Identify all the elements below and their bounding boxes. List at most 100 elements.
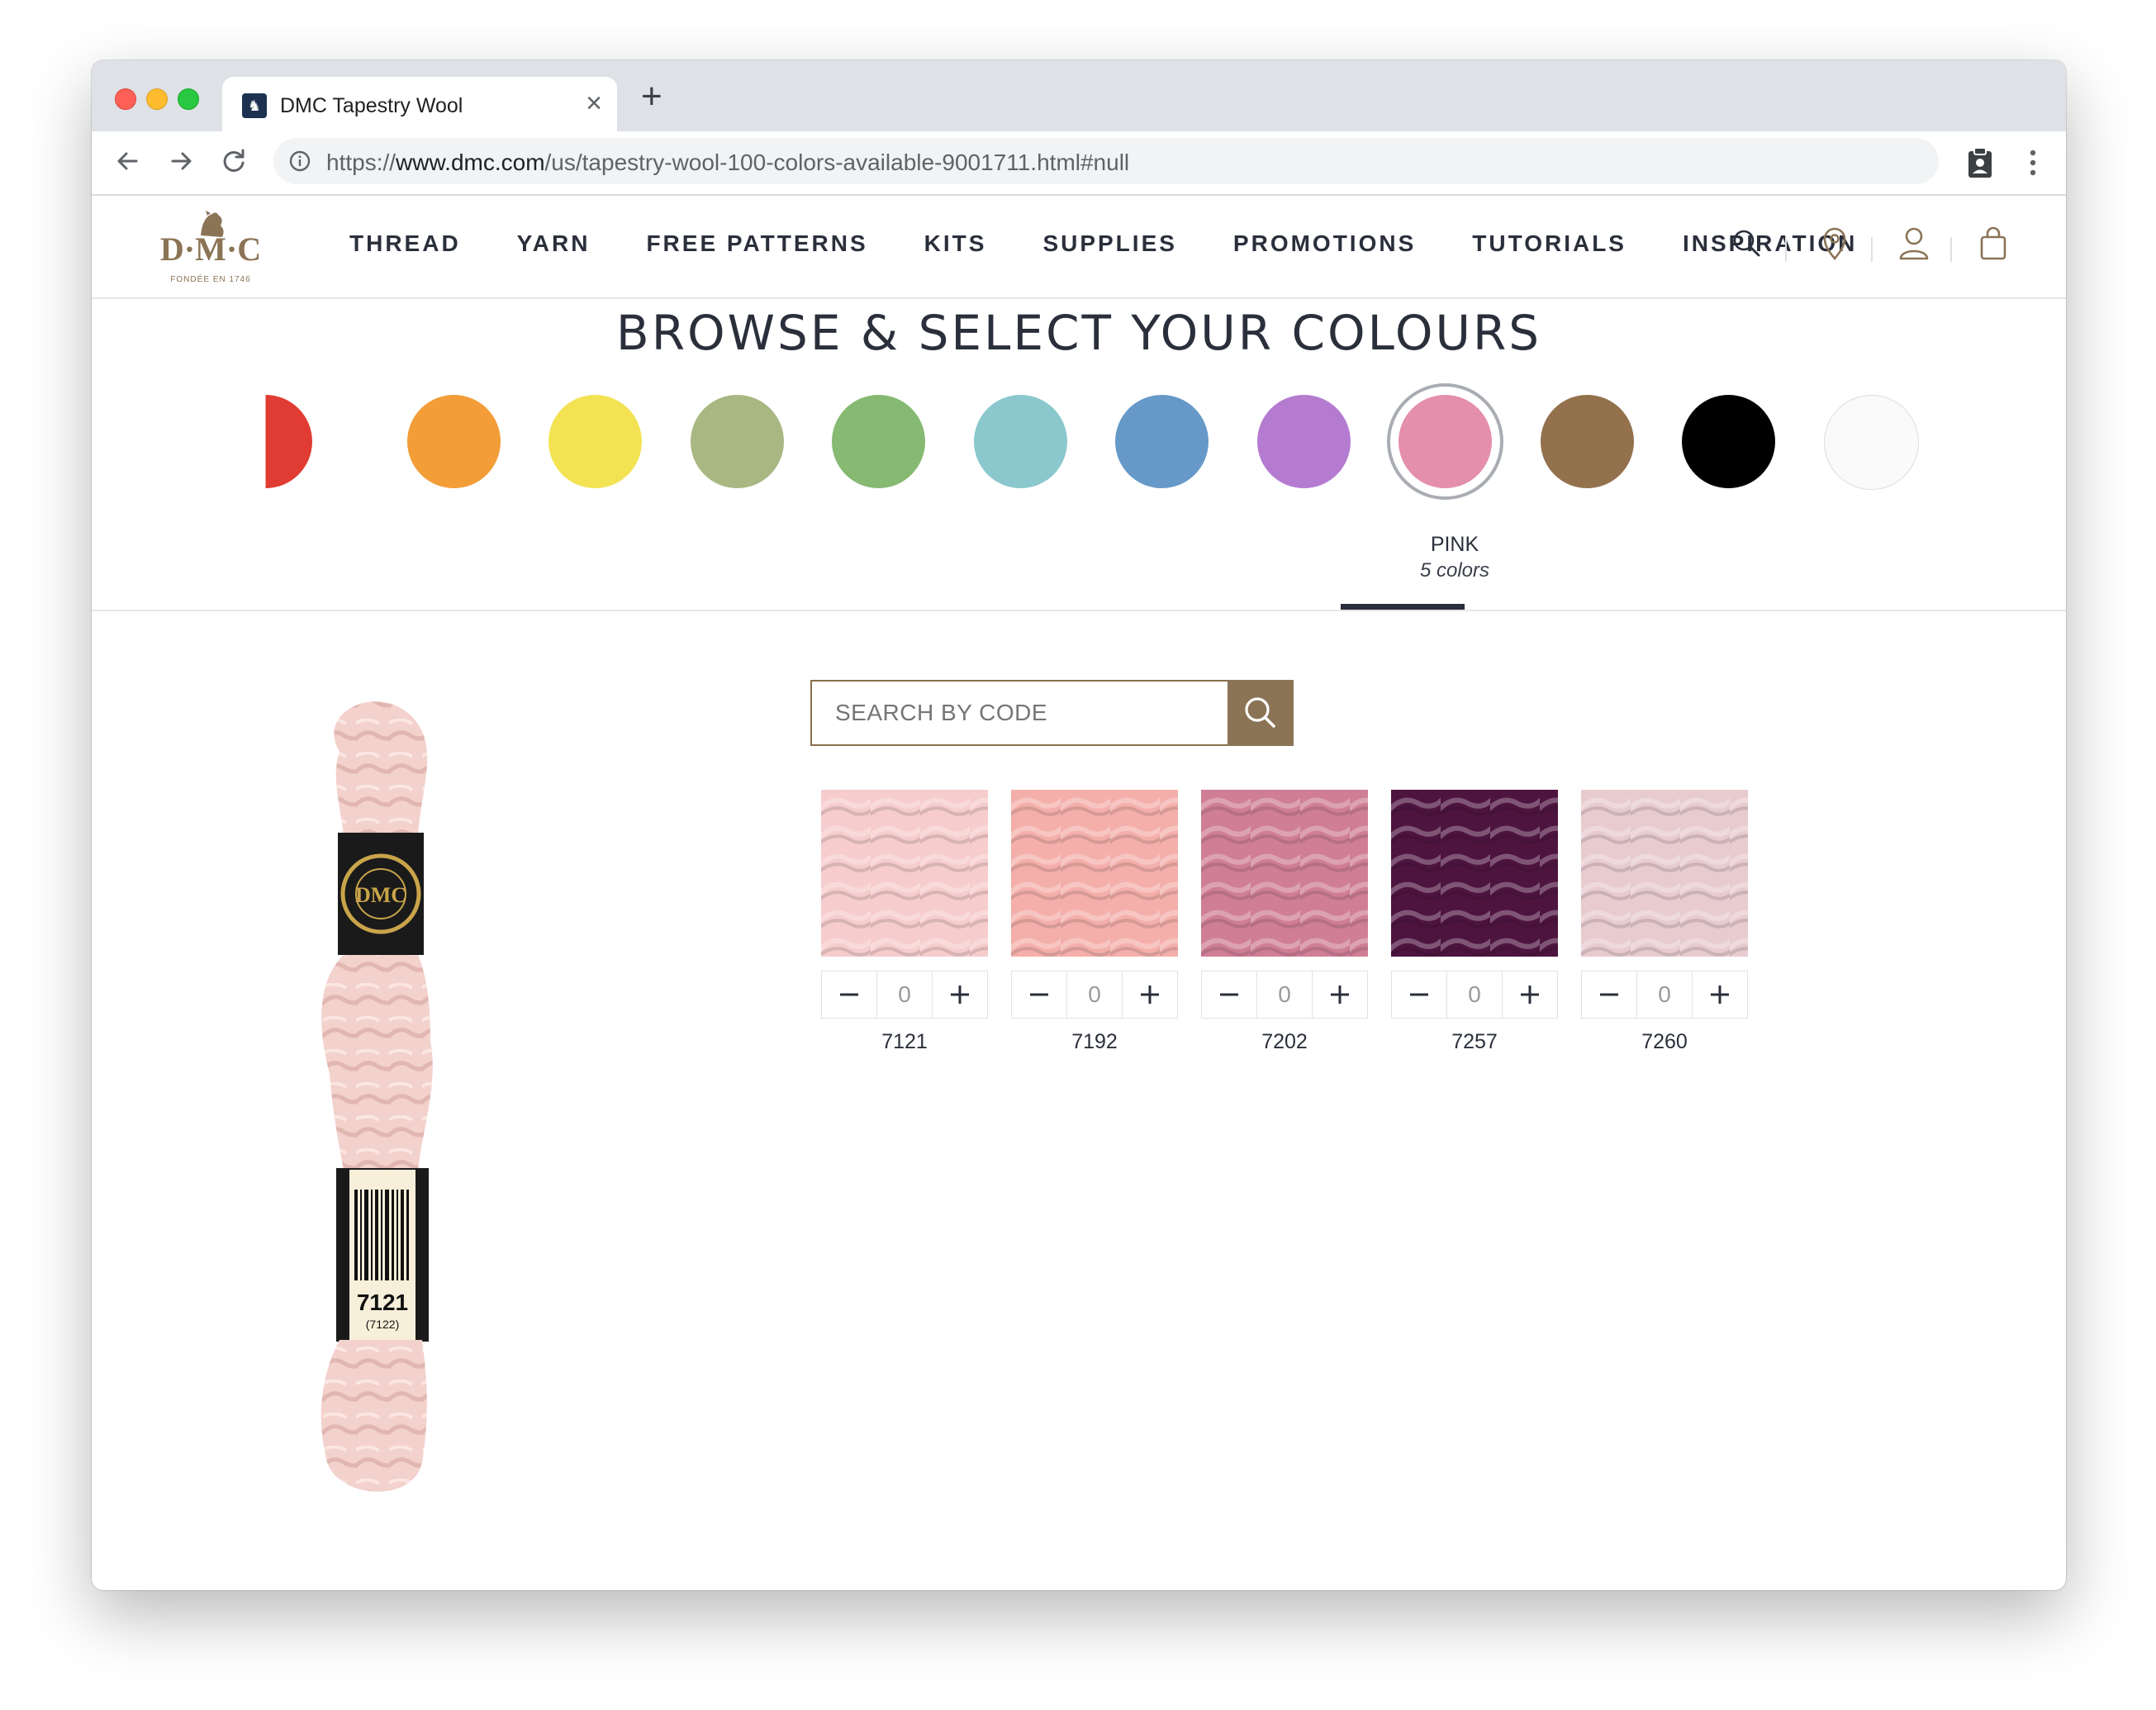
label-brand-text: DMC	[355, 883, 406, 907]
account-icon[interactable]	[1896, 224, 1932, 264]
forward-arrow-icon[interactable]	[163, 143, 199, 179]
increase-quantity-button[interactable]	[1123, 971, 1177, 1018]
extension-clipboard-icon[interactable]	[1967, 146, 1993, 179]
logo-text: D·M·C	[160, 230, 261, 268]
back-arrow-icon[interactable]	[110, 143, 146, 179]
quantity-stepper: 0	[1011, 971, 1178, 1019]
color-swatch-image[interactable]	[1011, 790, 1178, 957]
selected-category-name: PINK	[1430, 533, 1479, 556]
color-swatch-image[interactable]	[1391, 790, 1558, 957]
decrease-quantity-button[interactable]	[1012, 971, 1066, 1018]
increase-quantity-button[interactable]	[1693, 971, 1747, 1018]
quantity-value[interactable]: 0	[876, 971, 933, 1018]
plus-icon	[1141, 986, 1159, 1004]
color-swatch-image[interactable]	[1201, 790, 1368, 957]
decrease-quantity-button[interactable]	[822, 971, 876, 1018]
decrease-quantity-button[interactable]	[1202, 971, 1256, 1018]
browser-tab[interactable]: ♞ DMC Tapestry Wool ×	[222, 77, 617, 131]
minus-icon	[1220, 993, 1238, 996]
minimize-window-button[interactable]	[146, 88, 168, 110]
color-code: 7260	[1641, 1030, 1688, 1053]
plus-icon	[951, 986, 969, 1004]
color-card-7257: 0 7257	[1391, 790, 1558, 1054]
nav-item-tutorials[interactable]: TUTORIALS	[1472, 230, 1626, 257]
nav-item-kits[interactable]: KITS	[924, 230, 987, 257]
increase-quantity-button[interactable]	[1503, 971, 1557, 1018]
magnifier-icon	[1245, 697, 1275, 728]
swatch-olive[interactable]	[690, 395, 784, 488]
swatch-blue[interactable]	[1115, 395, 1209, 488]
increase-quantity-button[interactable]	[1313, 971, 1367, 1018]
logo-tagline: FONDÉE EN 1746	[170, 273, 250, 284]
store-locator-icon[interactable]	[1816, 224, 1853, 264]
quantity-value[interactable]: 0	[1256, 971, 1313, 1018]
swatch-orange[interactable]	[406, 395, 501, 488]
color-card-7260: 0 7260	[1581, 790, 1748, 1054]
quantity-stepper: 0	[1581, 971, 1748, 1019]
quantity-value[interactable]: 0	[1066, 971, 1123, 1018]
bag-icon[interactable]	[1975, 224, 2011, 264]
site-info-icon[interactable]	[288, 150, 311, 173]
color-family-selector	[265, 383, 1967, 500]
swatch-white[interactable]	[1823, 395, 1919, 490]
url-text: https://www.dmc.com/us/tapestry-wool-100…	[326, 150, 1129, 176]
label-subcode-text: (7122)	[366, 1318, 399, 1331]
color-swatch-image[interactable]	[1581, 790, 1748, 957]
minus-icon	[1600, 993, 1618, 996]
swatch-pink[interactable]	[1399, 395, 1492, 488]
color-code: 7121	[881, 1030, 928, 1053]
browser-window: ♞ DMC Tapestry Wool × + https://www.dmc.…	[92, 60, 2066, 1590]
swatch-yellow[interactable]	[548, 395, 642, 488]
header-separator	[1871, 237, 1873, 262]
main-nav: THREAD YARN FREE PATTERNS KITS SUPPLIES PROMO…	[349, 230, 1913, 257]
nav-item-free-patterns[interactable]: FREE PATTERNS	[646, 230, 867, 257]
plus-icon	[1331, 986, 1349, 1004]
new-tab-button[interactable]: +	[641, 78, 662, 115]
search-by-code-input[interactable]	[812, 682, 1232, 744]
selected-category-underline	[1341, 604, 1465, 610]
swatch-red[interactable]	[265, 395, 312, 488]
swatch-black[interactable]	[1682, 395, 1775, 488]
color-code: 7192	[1071, 1030, 1118, 1053]
reload-icon[interactable]	[216, 143, 252, 179]
color-swatch-image[interactable]	[821, 790, 988, 957]
quantity-value[interactable]: 0	[1446, 971, 1503, 1018]
browser-toolbar: https://www.dmc.com/us/tapestry-wool-100…	[92, 131, 2066, 196]
decrease-quantity-button[interactable]	[1392, 971, 1446, 1018]
nav-item-promotions[interactable]: PROMOTIONS	[1233, 230, 1416, 257]
selected-category-count: 5 colors	[1419, 559, 1490, 582]
search-icon[interactable]	[1729, 224, 1765, 264]
dmc-logo[interactable]: D·M·C FONDÉE EN 1746	[141, 206, 280, 288]
swatch-turquoise[interactable]	[973, 395, 1067, 488]
address-bar[interactable]: https://www.dmc.com/us/tapestry-wool-100…	[273, 138, 1939, 184]
nav-item-yarn[interactable]: YARN	[517, 230, 591, 257]
color-code: 7202	[1261, 1030, 1308, 1053]
quantity-value[interactable]: 0	[1636, 971, 1693, 1018]
product-skein-image: DMC 7121 (7122)	[321, 701, 433, 1492]
browser-menu-icon[interactable]	[2028, 148, 2038, 178]
url-host: www.dmc.com	[396, 150, 545, 175]
search-by-code-field[interactable]	[810, 680, 1232, 746]
swatch-brown[interactable]	[1540, 395, 1634, 488]
dmc-favicon-icon: ♞	[242, 93, 267, 118]
plus-icon	[1521, 986, 1539, 1004]
search-submit-button[interactable]	[1228, 680, 1294, 746]
decrease-quantity-button[interactable]	[1582, 971, 1636, 1018]
quantity-stepper: 0	[1201, 971, 1368, 1019]
close-window-button[interactable]	[115, 88, 136, 110]
swatch-purple[interactable]	[1256, 395, 1351, 488]
maximize-window-button[interactable]	[178, 88, 199, 110]
nav-item-supplies[interactable]: SUPPLIES	[1042, 230, 1176, 257]
url-path: /us/tapestry-wool-100-colors-available-9…	[544, 150, 1130, 175]
tab-title: DMC Tapestry Wool	[280, 94, 463, 117]
section-divider	[92, 610, 2066, 611]
header-separator	[1785, 237, 1787, 262]
tab-close-icon[interactable]: ×	[586, 88, 602, 118]
nav-item-thread[interactable]: THREAD	[349, 230, 461, 257]
header-separator	[1950, 237, 1952, 262]
color-card-7192: 0 7192	[1011, 790, 1178, 1054]
swatch-green[interactable]	[832, 395, 925, 488]
quantity-stepper: 0	[821, 971, 988, 1019]
quantity-stepper: 0	[1391, 971, 1558, 1019]
increase-quantity-button[interactable]	[933, 971, 987, 1018]
